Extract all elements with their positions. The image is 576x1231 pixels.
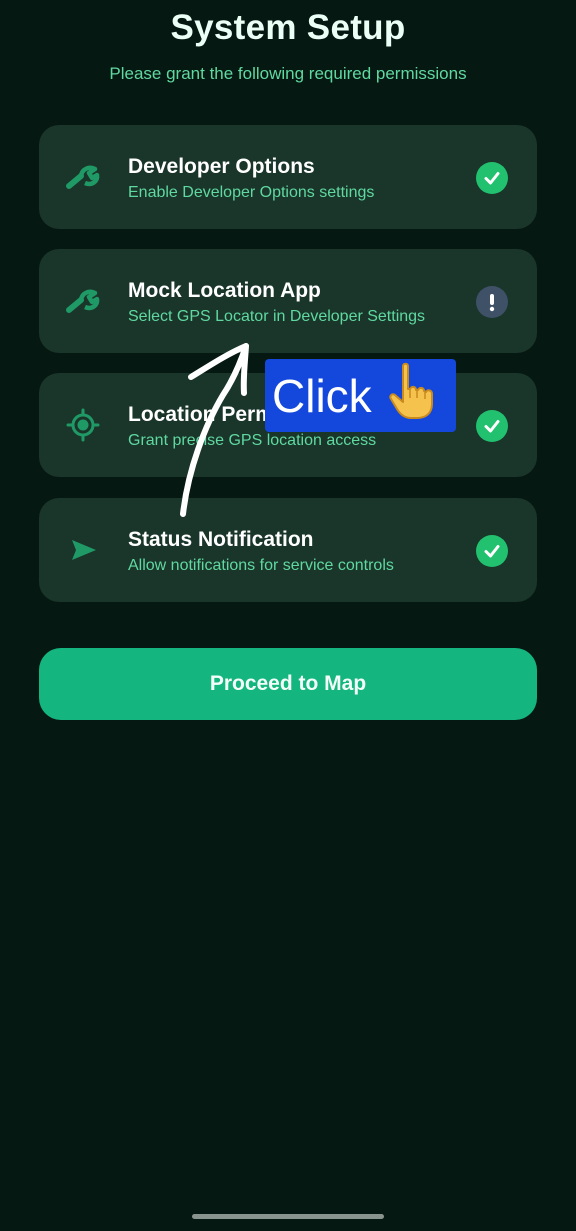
pointing-hand-icon <box>386 362 436 431</box>
home-indicator[interactable] <box>192 1214 384 1219</box>
click-label: Click <box>272 369 372 422</box>
proceed-to-map-button[interactable]: Proceed to Map <box>39 648 537 720</box>
click-annotation-badge: Click <box>265 359 456 432</box>
annotation-arrow <box>180 343 249 517</box>
